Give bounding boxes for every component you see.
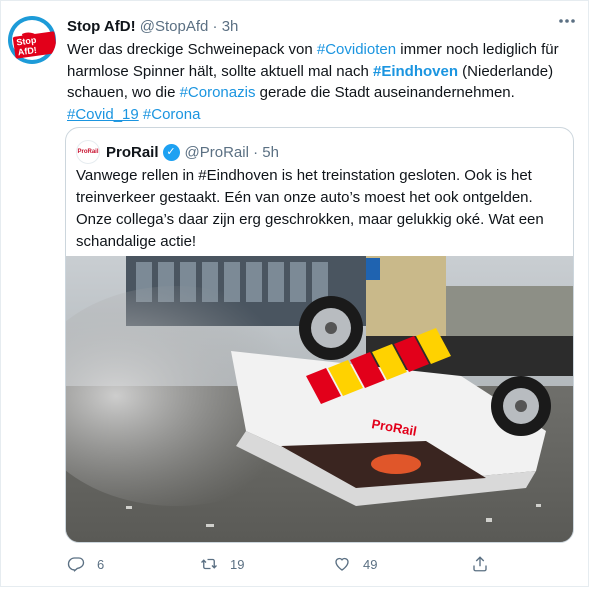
quoted-handle[interactable]: @ProRail bbox=[185, 144, 249, 161]
like-button[interactable]: 49 bbox=[333, 553, 377, 575]
quoted-timestamp[interactable]: 5h bbox=[262, 144, 279, 161]
tweet-text-segment: Wer das dreckige Schweinepack von bbox=[67, 41, 317, 58]
quoted-photo[interactable]: ProRail bbox=[66, 256, 573, 542]
verified-icon: ✓ bbox=[162, 143, 180, 161]
quoted-tweet[interactable]: ProRail ProRail ✓ @ProRail · 5h Vanwege … bbox=[65, 127, 574, 543]
hashtag-link[interactable]: #Covidioten bbox=[317, 41, 396, 58]
reply-count: 6 bbox=[97, 556, 105, 572]
tweet-header: Stop AfD! @StopAfd · 3h bbox=[67, 18, 238, 35]
separator: · bbox=[253, 143, 259, 161]
share-icon bbox=[473, 556, 487, 572]
more-icon[interactable] bbox=[557, 13, 577, 29]
retweet-button[interactable]: 19 bbox=[200, 553, 244, 575]
hashtag-link[interactable]: #Coronazis bbox=[180, 84, 256, 101]
share-button[interactable] bbox=[471, 553, 501, 575]
quoted-tweet-header: ProRail ProRail ✓ @ProRail · 5h bbox=[76, 140, 279, 164]
separator: · bbox=[212, 18, 218, 35]
quoted-avatar[interactable]: ProRail bbox=[76, 140, 100, 164]
tweet-actions: 6 19 49 bbox=[67, 553, 577, 575]
like-count: 49 bbox=[363, 556, 378, 572]
like-icon bbox=[335, 557, 349, 571]
quoted-tweet-text: Vanwege rellen in #Eindhoven is het trei… bbox=[76, 167, 544, 250]
retweet-icon bbox=[201, 558, 217, 570]
quoted-display-name[interactable]: ProRail bbox=[106, 144, 159, 161]
tweet-text-segment: gerade die Stadt auseinandernehmen. bbox=[255, 84, 515, 101]
tweet-text: Wer das dreckige Schweinepack von #Covid… bbox=[67, 39, 577, 125]
hashtag-link[interactable]: #Covid_19 bbox=[67, 106, 139, 123]
hashtag-link[interactable]: #Eindhoven bbox=[373, 63, 458, 80]
handle[interactable]: @StopAfd bbox=[140, 18, 209, 35]
timestamp[interactable]: 3h bbox=[222, 18, 239, 35]
display-name[interactable]: Stop AfD! bbox=[67, 18, 136, 35]
reply-button[interactable]: 6 bbox=[67, 553, 104, 575]
retweet-count: 19 bbox=[230, 556, 245, 572]
avatar[interactable]: Stop AfD! bbox=[8, 16, 56, 64]
reply-icon bbox=[67, 557, 85, 572]
hashtag-link[interactable]: #Corona bbox=[143, 106, 201, 123]
tweet-card[interactable]: Stop AfD! Stop AfD! @StopAfd · 3h Wer da… bbox=[0, 0, 589, 587]
